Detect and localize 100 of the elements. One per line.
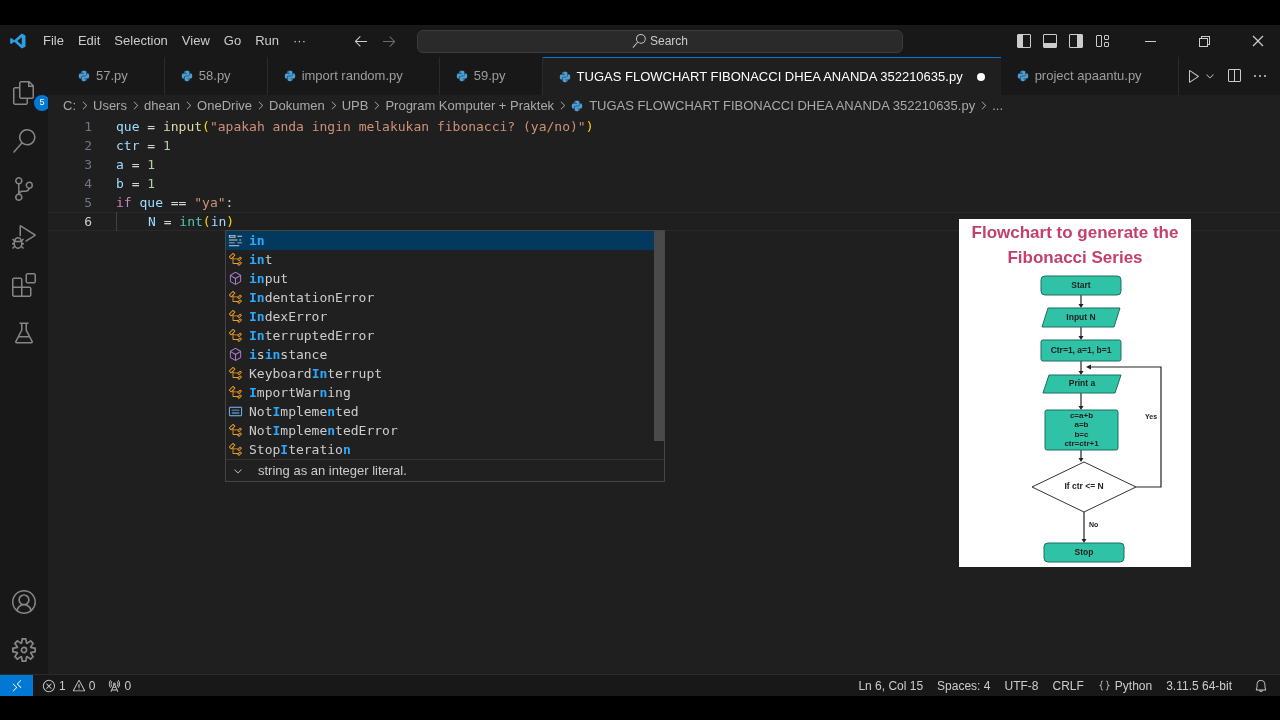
- breadcrumb-item[interactable]: Dokumen: [269, 95, 325, 116]
- keyword-icon: [228, 233, 243, 248]
- search-icon[interactable]: [12, 129, 36, 153]
- status-item[interactable]: UTF-8: [1004, 676, 1039, 695]
- run-icon[interactable]: [1186, 68, 1202, 84]
- breadcrumb-item[interactable]: Users: [93, 95, 127, 116]
- restore-icon[interactable]: [1196, 33, 1212, 49]
- customize-layout-icon[interactable]: [1094, 33, 1110, 49]
- cube-icon: [228, 271, 243, 286]
- python-file-icon: [1016, 70, 1029, 82]
- node-label: c=a+b: [1069, 410, 1094, 420]
- problems-button[interactable]: 1 0: [42, 676, 96, 695]
- arrow: [1081, 511, 1087, 543]
- breadcrumb-item[interactable]: ...: [992, 95, 1003, 116]
- menu-item[interactable]: Selection: [107, 27, 175, 55]
- files-icon[interactable]: [12, 81, 36, 105]
- line-number: 5: [83, 193, 92, 212]
- suggestion-item[interactable]: InterruptedError: [226, 326, 654, 345]
- breadcrumb-item[interactable]: dhean: [143, 95, 181, 116]
- arrow: [1078, 326, 1084, 340]
- suggestion-item[interactable]: IndexError: [226, 307, 654, 326]
- arrow: [1078, 449, 1084, 462]
- split-editor-icon[interactable]: [1226, 68, 1242, 84]
- status-item[interactable]: Spaces: 4: [937, 676, 991, 695]
- source-control-icon[interactable]: [12, 177, 36, 201]
- search-icon: [632, 34, 646, 48]
- suggestion-item[interactable]: IndentationError: [226, 288, 654, 307]
- menu-item[interactable]: Edit: [70, 27, 108, 55]
- line-number: 2: [83, 136, 92, 155]
- flowchart-title: Flowchart to generate the Fibonacci Series: [970, 222, 1180, 269]
- status-item[interactable]: CRLF: [1052, 676, 1084, 695]
- status-item[interactable]: Ln 6, Col 15: [858, 676, 924, 695]
- breadcrumb-item[interactable]: C:: [63, 95, 76, 116]
- cube-icon: [228, 347, 243, 362]
- node-label: Ctr=1, a=1, b=1: [1050, 344, 1112, 355]
- scrollbar[interactable]: [654, 231, 664, 441]
- line-number: 3: [83, 155, 92, 174]
- secondary-sidebar-icon[interactable]: [1068, 33, 1084, 49]
- class-icon: [228, 385, 243, 400]
- close-icon[interactable]: [1250, 33, 1266, 49]
- node-label: Print a: [1068, 378, 1096, 389]
- code-line: que = input("apakah anda ingin melakukan fibonacci? (ya/no)"): [116, 117, 594, 136]
- code-line: if que == "ya":: [116, 193, 234, 212]
- menu-item[interactable]: ···: [286, 27, 313, 55]
- menu-item[interactable]: File: [36, 27, 71, 55]
- node-label: Start: [1071, 279, 1091, 290]
- class-icon: [228, 309, 243, 324]
- bell-icon[interactable]: [1254, 678, 1268, 693]
- ports-button[interactable]: 0: [107, 676, 132, 695]
- breadcrumb-item[interactable]: OneDrive: [197, 95, 253, 116]
- suggestion-item[interactable]: isinstance: [226, 345, 654, 364]
- flask-icon[interactable]: [12, 321, 36, 345]
- class-icon: [228, 328, 243, 343]
- editor-tab[interactable]: TUGAS FLOWCHART FIBONACCI DHEA ANANDA 352210635.py: [542, 57, 1001, 95]
- breadcrumb-item[interactable]: UPB: [341, 95, 369, 116]
- panel-layout-icon[interactable]: [1042, 33, 1058, 49]
- breadcrumb-item[interactable]: TUGAS FLOWCHART FIBONACCI DHEA ANANDA 352210635.py: [589, 95, 976, 116]
- suggestion-item[interactable]: KeyboardInterrupt: [226, 364, 654, 383]
- class-icon: [228, 442, 243, 457]
- remote-button[interactable]: [0, 675, 33, 696]
- sidebar-layout-icon[interactable]: [1016, 33, 1032, 49]
- suggestion-item[interactable]: ImportWarning: [226, 383, 654, 402]
- suggestion-item[interactable]: input: [226, 269, 654, 288]
- suggestion-item[interactable]: NotImplemented: [226, 402, 654, 421]
- status-item[interactable]: Python: [1097, 676, 1153, 695]
- node-label: Input N: [1066, 311, 1096, 322]
- python-file-icon: [78, 70, 90, 82]
- settings-icon[interactable]: [12, 638, 36, 662]
- suggestion-detail: string as an integer literal.: [258, 461, 407, 480]
- code-line: ctr = 1: [116, 136, 171, 155]
- menu-item[interactable]: Run: [248, 27, 286, 55]
- search-placeholder: Search: [650, 33, 688, 50]
- suggestion-item[interactable]: int: [226, 250, 654, 269]
- node-label: ctr=ctr+1: [1064, 439, 1099, 449]
- suggestion-item[interactable]: in: [226, 231, 654, 250]
- python-file-icon: [558, 70, 571, 83]
- suggestion-item[interactable]: NotImplementedError: [226, 421, 654, 440]
- menu-item[interactable]: View: [174, 27, 217, 55]
- status-item[interactable]: 3.11.5 64-bit: [1166, 676, 1232, 695]
- python-file-icon: [180, 70, 193, 82]
- run-debug-icon[interactable]: [12, 225, 36, 249]
- error-icon: [42, 678, 56, 693]
- constant-icon: [228, 404, 243, 419]
- extensions-icon[interactable]: [12, 273, 36, 297]
- warning-icon: [71, 678, 86, 693]
- python-file-icon: [455, 70, 468, 82]
- menu-item[interactable]: Go: [216, 27, 249, 55]
- node-label: b=c: [1074, 429, 1089, 439]
- line-number: 4: [83, 174, 92, 193]
- node-label: Stop: [1074, 546, 1094, 557]
- search-field[interactable]: Search: [417, 29, 903, 53]
- braces-icon: [1097, 679, 1111, 692]
- python-file-icon: [283, 70, 296, 82]
- breadcrumb-item[interactable]: Program Komputer + Praktek: [385, 95, 555, 116]
- account-icon[interactable]: [12, 590, 36, 614]
- antenna-icon: [107, 678, 122, 693]
- code-line: a = 1: [116, 155, 156, 174]
- class-icon: [228, 423, 243, 438]
- class-icon: [228, 290, 243, 305]
- suggestion-item[interactable]: StopIteration: [226, 440, 654, 459]
